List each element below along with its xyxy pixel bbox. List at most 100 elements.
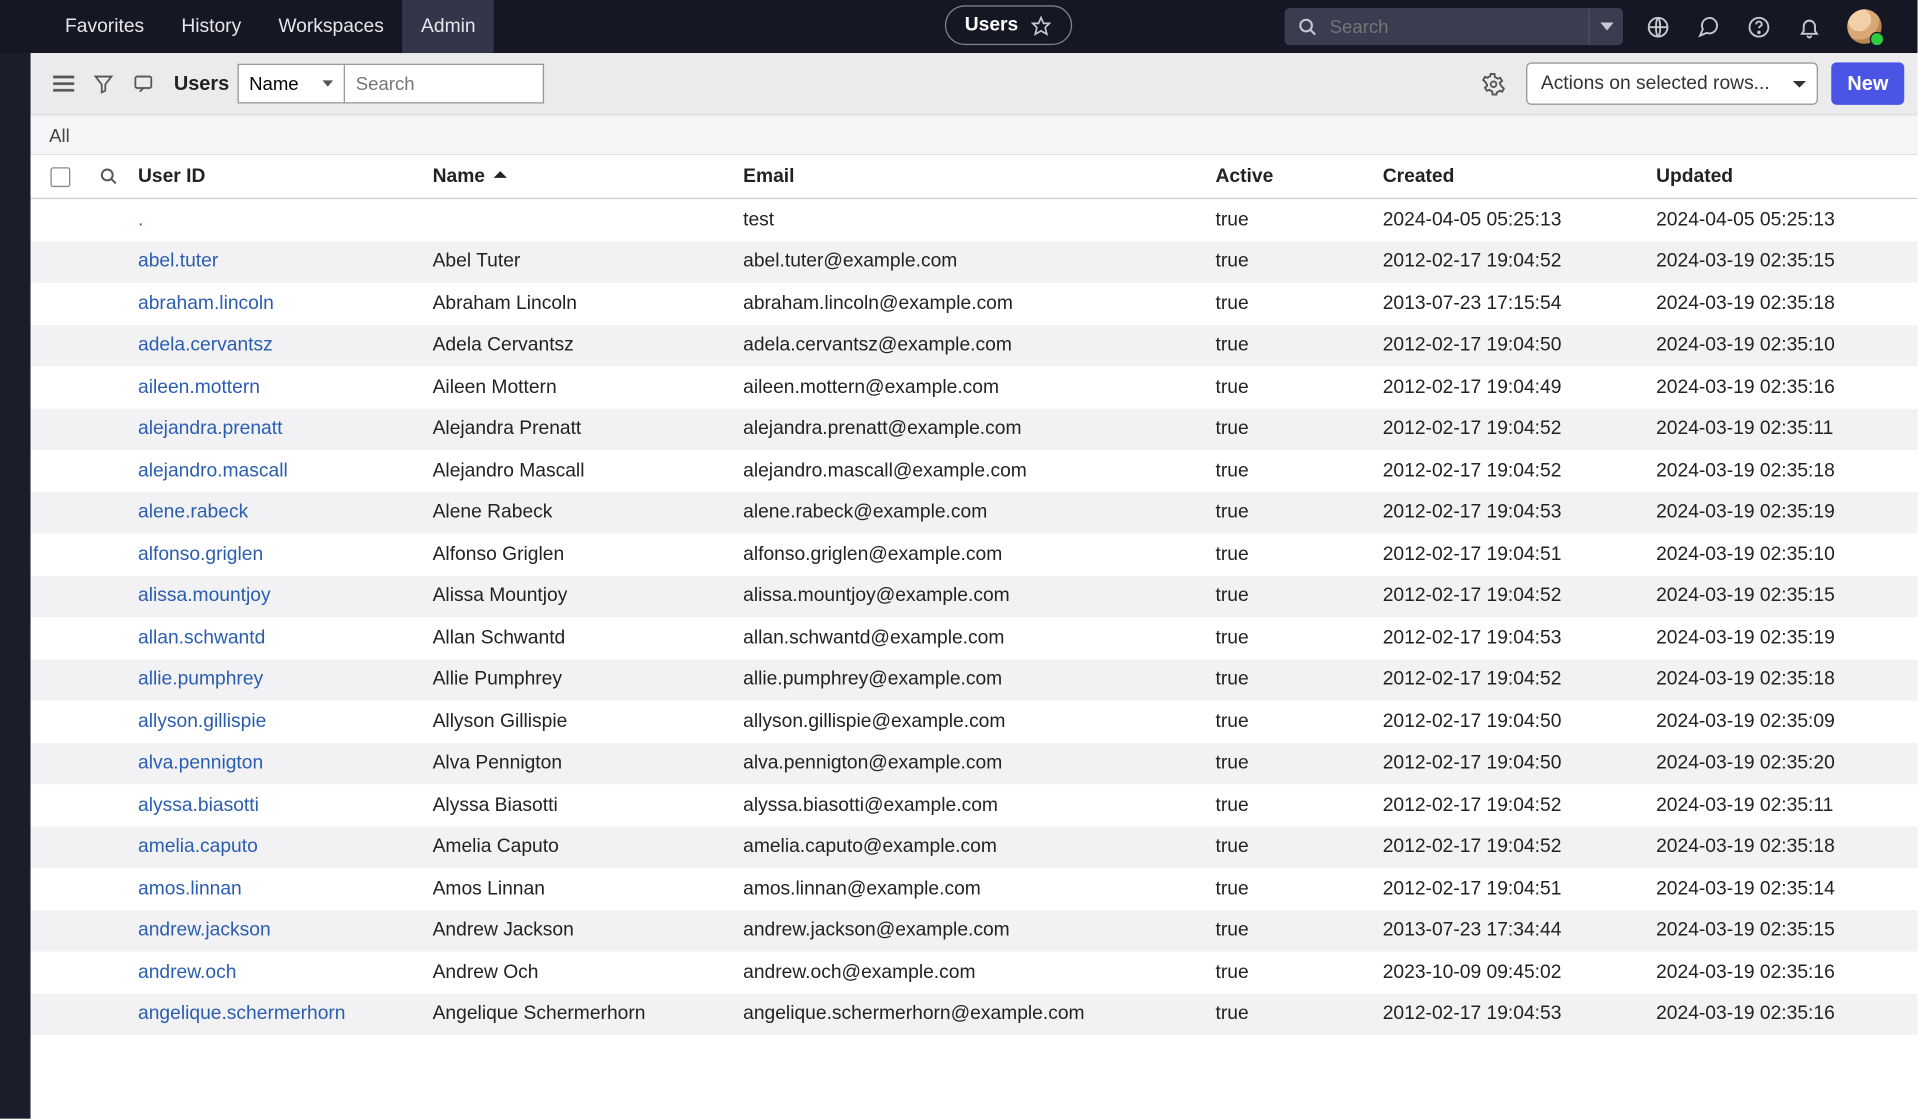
cell-name: Andrew Jackson xyxy=(433,920,744,941)
cell-active: true xyxy=(1216,795,1383,816)
user-id-link[interactable]: aileen.mottern xyxy=(138,377,260,398)
user-id-link[interactable]: alyssa.biasotti xyxy=(138,795,259,816)
user-id-link[interactable]: andrew.jackson xyxy=(138,920,271,941)
user-id-link[interactable]: alva.pennigton xyxy=(138,753,263,774)
cell-active: true xyxy=(1216,209,1383,230)
table-row[interactable]: alejandra.prenattAlejandra Prenattalejan… xyxy=(31,408,1918,450)
gear-icon[interactable] xyxy=(1473,64,1513,104)
cell-active: true xyxy=(1216,460,1383,481)
cell-created: 2013-07-23 17:34:44 xyxy=(1383,920,1656,941)
cell-updated: 2024-03-19 02:35:18 xyxy=(1656,460,1917,481)
avatar[interactable] xyxy=(1847,9,1882,44)
table-row[interactable]: angelique.schermerhornAngelique Schermer… xyxy=(31,993,1918,1035)
new-button[interactable]: New xyxy=(1831,62,1904,104)
table-row[interactable]: .testtrue2024-04-05 05:25:132024-04-05 0… xyxy=(31,199,1918,241)
user-id-link[interactable]: alfonso.griglen xyxy=(138,544,263,565)
nav-tab-workspaces[interactable]: Workspaces xyxy=(260,0,403,53)
table-row[interactable]: alejandro.mascallAlejandro Mascallalejan… xyxy=(31,450,1918,492)
table-row[interactable]: allie.pumphreyAllie Pumphreyallie.pumphr… xyxy=(31,659,1918,701)
select-all-checkbox[interactable] xyxy=(50,167,70,187)
cell-name: Allyson Gillispie xyxy=(433,711,744,732)
user-id-link[interactable]: abel.tuter xyxy=(138,251,218,272)
table-row[interactable]: amos.linnanAmos Linnanamos.linnan@exampl… xyxy=(31,868,1918,910)
filter-icon[interactable] xyxy=(84,64,124,104)
user-id-link[interactable]: . xyxy=(138,209,143,230)
user-id-link[interactable]: alissa.mountjoy xyxy=(138,586,271,607)
cell-created: 2012-02-17 19:04:52 xyxy=(1383,418,1656,439)
actions-dropdown[interactable]: Actions on selected rows... xyxy=(1526,62,1818,104)
user-id-link[interactable]: alejandro.mascall xyxy=(138,460,288,481)
globe-icon[interactable] xyxy=(1645,15,1669,39)
search-field-dropdown[interactable]: Name xyxy=(237,64,345,104)
user-id-link[interactable]: abraham.lincoln xyxy=(138,293,274,314)
table-row[interactable]: alene.rabeckAlene Rabeckalene.rabeck@exa… xyxy=(31,492,1918,534)
table-row[interactable]: alva.pennigtonAlva Pennigtonalva.pennigt… xyxy=(31,742,1918,784)
cell-email: adela.cervantsz@example.com xyxy=(743,335,1215,356)
cell-updated: 2024-03-19 02:35:10 xyxy=(1656,544,1917,565)
col-active[interactable]: Active xyxy=(1216,166,1383,187)
cell-active: true xyxy=(1216,586,1383,607)
table-row[interactable]: abraham.lincolnAbraham Lincolnabraham.li… xyxy=(31,283,1918,325)
table-row[interactable]: alyssa.biasottiAlyssa Biasottialyssa.bia… xyxy=(31,784,1918,826)
nav-tab-favorites[interactable]: Favorites xyxy=(46,0,162,53)
table-row[interactable]: andrew.jacksonAndrew Jacksonandrew.jacks… xyxy=(31,910,1918,952)
user-id-link[interactable]: allan.schwantd xyxy=(138,627,265,648)
table-row[interactable]: amelia.caputoAmelia Caputoamelia.caputo@… xyxy=(31,826,1918,868)
breadcrumb-pill[interactable]: Users xyxy=(945,5,1073,45)
cell-updated: 2024-03-19 02:35:16 xyxy=(1656,962,1917,983)
cell-email: alene.rabeck@example.com xyxy=(743,502,1215,523)
user-id-link[interactable]: amos.linnan xyxy=(138,878,242,899)
cell-updated: 2024-03-19 02:35:11 xyxy=(1656,418,1917,439)
cell-email: allyson.gillispie@example.com xyxy=(743,711,1215,732)
col-email[interactable]: Email xyxy=(743,166,1215,187)
col-updated[interactable]: Updated xyxy=(1656,166,1917,187)
user-id-link[interactable]: amelia.caputo xyxy=(138,836,258,857)
col-user-id[interactable]: User ID xyxy=(127,166,432,187)
bell-icon[interactable] xyxy=(1797,15,1821,39)
table-row[interactable]: abel.tuterAbel Tuterabel.tuter@example.c… xyxy=(31,241,1918,283)
filter-all[interactable]: All xyxy=(49,124,70,145)
cell-created: 2012-02-17 19:04:52 xyxy=(1383,251,1656,272)
cell-email: alyssa.biasotti@example.com xyxy=(743,795,1215,816)
cell-created: 2012-02-17 19:04:50 xyxy=(1383,335,1656,356)
table-row[interactable]: andrew.ochAndrew Ochandrew.och@example.c… xyxy=(31,951,1918,993)
cell-active: true xyxy=(1216,418,1383,439)
search-dropdown-toggle[interactable] xyxy=(1588,8,1623,45)
user-id-link[interactable]: andrew.och xyxy=(138,962,236,983)
table-row[interactable]: allan.schwantdAllan Schwantdallan.schwan… xyxy=(31,617,1918,659)
cell-updated: 2024-03-19 02:35:16 xyxy=(1656,1004,1917,1025)
cell-email: abel.tuter@example.com xyxy=(743,251,1215,272)
cell-updated: 2024-03-19 02:35:11 xyxy=(1656,795,1917,816)
cell-name: Alejandro Mascall xyxy=(433,460,744,481)
user-id-link[interactable]: alene.rabeck xyxy=(138,502,248,523)
table-row[interactable]: allyson.gillispie Allyson Gillispieallyso… xyxy=(31,701,1918,743)
chat-icon[interactable] xyxy=(1696,15,1720,39)
breadcrumb-label: Users xyxy=(965,15,1018,36)
user-id-link[interactable]: allyson.gillispie xyxy=(138,711,266,732)
col-name[interactable]: Name xyxy=(433,166,744,187)
help-icon[interactable] xyxy=(1746,15,1770,39)
col-created[interactable]: Created xyxy=(1383,166,1656,187)
menu-icon[interactable] xyxy=(44,64,84,104)
cell-name: Alissa Mountjoy xyxy=(433,586,744,607)
global-search[interactable] xyxy=(1285,8,1623,45)
cell-created: 2013-07-23 17:15:54 xyxy=(1383,293,1656,314)
column-search-icon[interactable] xyxy=(97,165,121,189)
table-row[interactable]: alissa.mountjoyAlissa Mountjoyalissa.mou… xyxy=(31,575,1918,617)
nav-tab-admin[interactable]: Admin xyxy=(402,0,494,53)
global-search-input[interactable] xyxy=(1330,16,1578,37)
star-icon[interactable] xyxy=(1029,13,1053,37)
user-id-link[interactable]: adela.cervantsz xyxy=(138,335,273,356)
table-row[interactable]: alfonso.griglenAlfonso Griglenalfonso.gr… xyxy=(31,533,1918,575)
table-row[interactable]: aileen.motternAileen Motternaileen.motte… xyxy=(31,366,1918,408)
user-id-link[interactable]: allie.pumphrey xyxy=(138,669,263,690)
cell-email: alfonso.griglen@example.com xyxy=(743,544,1215,565)
nav-tab-history[interactable]: History xyxy=(163,0,260,53)
cell-created: 2012-02-17 19:04:50 xyxy=(1383,753,1656,774)
comment-icon[interactable] xyxy=(123,64,163,104)
user-id-link[interactable]: angelique.schermerhorn xyxy=(138,1004,346,1025)
user-id-link[interactable]: alejandra.prenatt xyxy=(138,418,282,439)
search-field-value: Name xyxy=(249,73,299,94)
table-row[interactable]: adela.cervantszAdela Cervantszadela.cerv… xyxy=(31,324,1918,366)
list-search-input[interactable] xyxy=(345,64,544,104)
